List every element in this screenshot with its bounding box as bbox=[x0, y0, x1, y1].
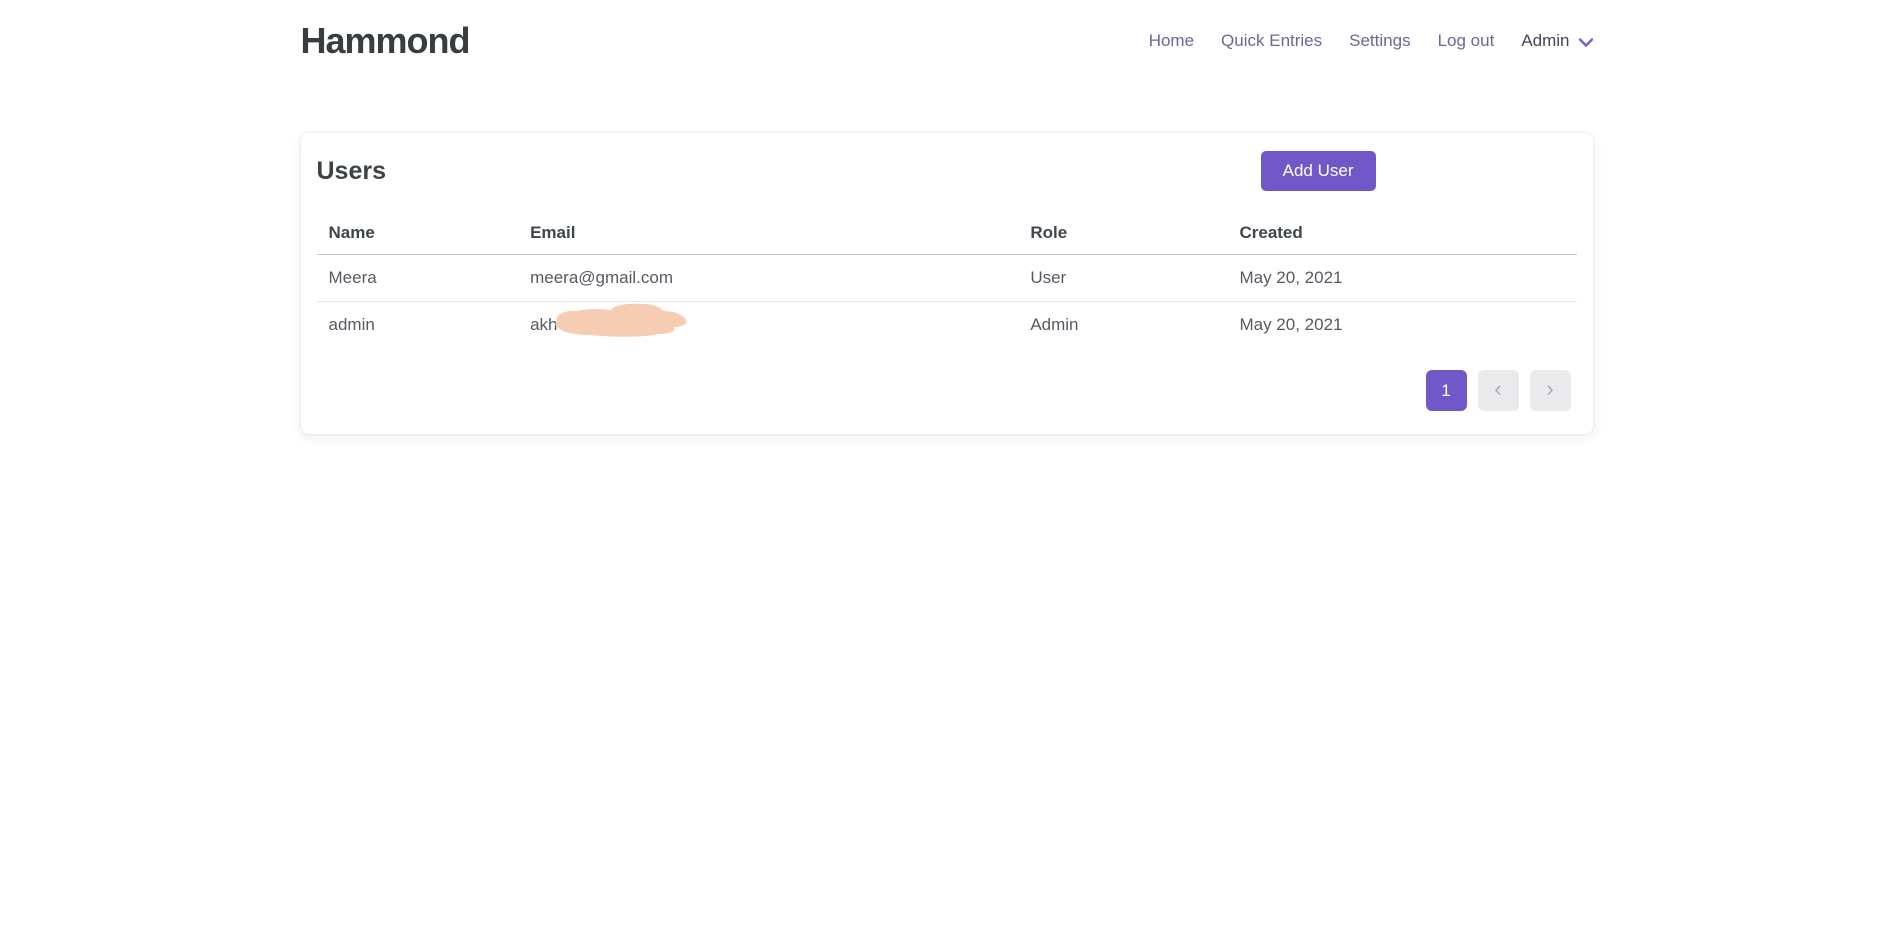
brand-logo[interactable]: Hammond bbox=[301, 20, 470, 62]
column-header-email: Email bbox=[518, 217, 1018, 255]
page-title: Users bbox=[317, 157, 387, 186]
column-header-role: Role bbox=[1018, 217, 1227, 255]
main-content: Users Add User NameEmailRoleCreated Meer… bbox=[0, 133, 1893, 434]
main-nav: Home Quick Entries Settings Log out Admin bbox=[1122, 31, 1593, 51]
created-cell: May 20, 2021 bbox=[1227, 255, 1576, 302]
pagination-next-button[interactable]: › bbox=[1530, 370, 1571, 411]
pagination: 1 ‹ › bbox=[317, 370, 1577, 411]
chevron-left-icon: ‹ bbox=[1494, 378, 1501, 400]
users-card: Users Add User NameEmailRoleCreated Meer… bbox=[301, 133, 1593, 434]
role-cell: User bbox=[1018, 255, 1227, 302]
card-header-row: Users Add User bbox=[317, 151, 1577, 195]
user-menu-label: Admin bbox=[1521, 31, 1569, 51]
nav-link-settings[interactable]: Settings bbox=[1349, 31, 1410, 51]
pagination-prev-button[interactable]: ‹ bbox=[1478, 370, 1519, 411]
table-row: Meerameera@gmail.comUserMay 20, 2021 bbox=[317, 255, 1577, 302]
users-table: NameEmailRoleCreated Meerameera@gmail.co… bbox=[317, 217, 1577, 348]
created-cell: May 20, 2021 bbox=[1227, 302, 1576, 349]
nav-link-home[interactable]: Home bbox=[1149, 31, 1194, 51]
pagination-page-1[interactable]: 1 bbox=[1426, 370, 1467, 411]
nav-link-log-out[interactable]: Log out bbox=[1438, 31, 1495, 51]
email-cell: meera@gmail.com bbox=[518, 255, 1018, 302]
redaction-scribble bbox=[551, 302, 691, 338]
chevron-right-icon: › bbox=[1546, 378, 1553, 400]
navbar: Hammond Home Quick Entries Settings Log out… bbox=[0, 0, 1893, 82]
nav-link-quick-entries[interactable]: Quick Entries bbox=[1221, 31, 1322, 51]
role-cell: Admin bbox=[1018, 302, 1227, 349]
users-table-body: Meerameera@gmail.comUserMay 20, 2021admi… bbox=[317, 255, 1577, 349]
user-menu[interactable]: Admin bbox=[1521, 31, 1592, 51]
table-row: adminakhAdminMay 20, 2021 bbox=[317, 302, 1577, 349]
chevron-down-icon bbox=[1579, 36, 1593, 47]
email-cell: akh bbox=[518, 302, 1018, 349]
name-cell: Meera bbox=[317, 255, 519, 302]
column-header-created: Created bbox=[1227, 217, 1576, 255]
column-header-name: Name bbox=[317, 217, 519, 255]
add-user-button[interactable]: Add User bbox=[1261, 151, 1376, 191]
name-cell: admin bbox=[317, 302, 519, 349]
table-header-row: NameEmailRoleCreated bbox=[317, 217, 1577, 255]
